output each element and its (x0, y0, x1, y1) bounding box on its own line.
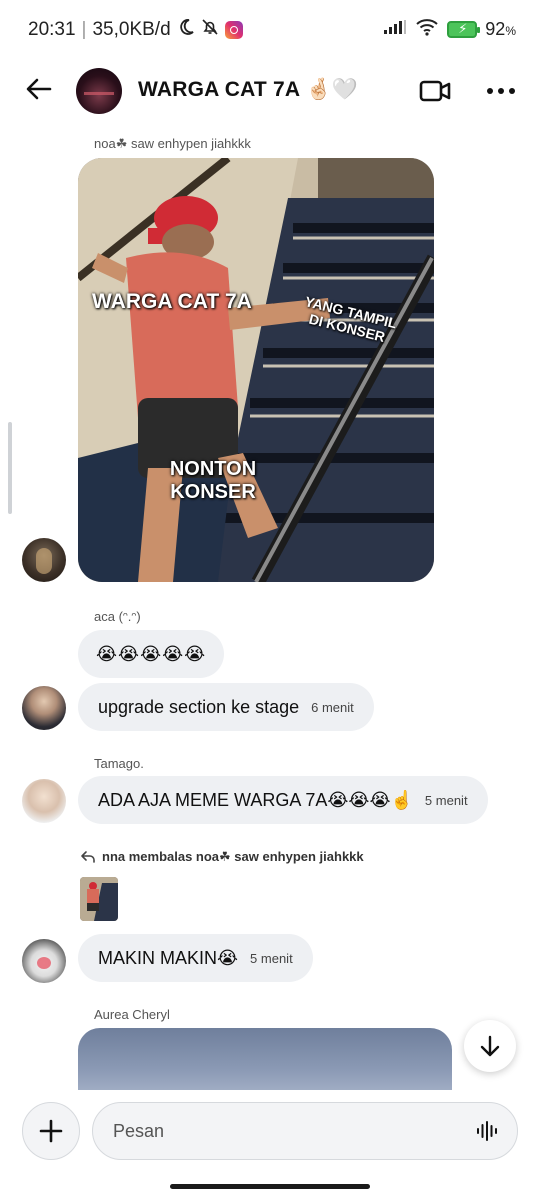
bell-off-icon (201, 18, 219, 42)
message-input[interactable] (113, 1103, 453, 1159)
message-list[interactable]: noa☘︎ saw enhypen jiahkkk WARGA CAT 7A Y… (0, 124, 540, 1090)
more-options-button[interactable] (484, 76, 520, 106)
reply-label: nna membalas noa☘︎ saw enhypen jiahkkk (102, 849, 364, 864)
reply-indicator[interactable]: nna membalas noa☘︎ saw enhypen jiahkkk (80, 849, 364, 865)
message-time: 5 menit (250, 950, 293, 966)
home-indicator[interactable] (170, 1184, 370, 1189)
status-left: 20:31 | 35,0KB/d (28, 18, 243, 42)
scroll-indicator[interactable] (8, 422, 12, 514)
back-button[interactable] (22, 72, 56, 106)
message-bubble[interactable]: upgrade section ke stage 6 menit (78, 683, 374, 731)
signal-icon (383, 19, 407, 40)
scroll-to-bottom-button[interactable] (464, 1020, 516, 1072)
message-field[interactable] (92, 1102, 518, 1160)
chat-title[interactable]: WARGA CAT 7A 🤞🏻🤍 (138, 78, 358, 102)
sender-avatar[interactable] (22, 779, 66, 823)
meme-caption-3: NONTON KONSER (169, 458, 257, 503)
composer (0, 1090, 540, 1174)
wifi-icon (415, 18, 439, 41)
sender-avatar[interactable] (22, 939, 66, 983)
status-right: ⚡ 92% (383, 18, 516, 41)
voice-wave-icon (477, 1121, 497, 1141)
status-divider: | (81, 19, 87, 40)
avatar-face (37, 957, 51, 969)
sender-name: noa☘︎ saw enhypen jiahkkk (94, 136, 251, 151)
message-time: 5 menit (424, 792, 468, 808)
sender-avatar[interactable] (22, 686, 66, 730)
message-bubble[interactable]: MAKIN MAKIN😭 5 menit (78, 934, 313, 982)
chat-header: WARGA CAT 7A 🤞🏻🤍 (0, 58, 540, 124)
status-bar: 20:31 | 35,0KB/d ⚡ 92% (0, 0, 540, 58)
message-text: 😭😭😭😭😭 (96, 643, 207, 664)
sender-avatar[interactable] (22, 538, 66, 582)
reply-arrow-icon (81, 851, 95, 863)
group-avatar[interactable] (76, 68, 122, 114)
message-text: upgrade section ke stage (98, 696, 300, 717)
sender-name: aca (ᵔ.ᵔ) (94, 609, 141, 624)
message-time: 6 menit (311, 699, 354, 715)
reply-thumbnail[interactable] (80, 877, 118, 921)
voice-message-button[interactable] (475, 1119, 499, 1143)
battery-unit: % (505, 24, 516, 38)
meme-illustration (78, 158, 434, 582)
video-call-icon (419, 80, 451, 102)
meme-caption-1: WARGA CAT 7A (92, 290, 252, 313)
arrow-down-icon (480, 1035, 500, 1057)
reply-thumbnail-image (80, 877, 118, 921)
status-time: 20:31 (28, 19, 76, 40)
message-bubble[interactable]: ADA AJA MEME WARGA 7A😭😭😭☝️ 5 menit (78, 776, 488, 824)
meme-image[interactable]: WARGA CAT 7A YANG TAMPIL DI KONSER NONTO… (78, 158, 434, 582)
back-arrow-icon (26, 78, 52, 100)
attach-button[interactable] (22, 1102, 80, 1160)
message-text: MAKIN MAKIN😭 (98, 947, 239, 968)
avatar-figure (36, 548, 52, 574)
sender-name: Aurea Cheryl (94, 1007, 170, 1022)
video-call-button[interactable] (418, 76, 452, 106)
battery-icon: ⚡ (447, 21, 481, 38)
network-speed: 35,0KB/d (92, 19, 171, 40)
message-text: ADA AJA MEME WARGA 7A😭😭😭☝️ (98, 789, 413, 810)
image-message[interactable] (78, 1028, 452, 1090)
moon-icon (177, 18, 195, 42)
battery-percent: 92% (485, 19, 516, 39)
message-bubble[interactable]: 😭😭😭😭😭 (78, 630, 225, 678)
sender-name: Tamago. (94, 756, 144, 771)
plus-icon (39, 1119, 63, 1143)
more-icon (487, 88, 515, 94)
instagram-icon (224, 21, 243, 39)
